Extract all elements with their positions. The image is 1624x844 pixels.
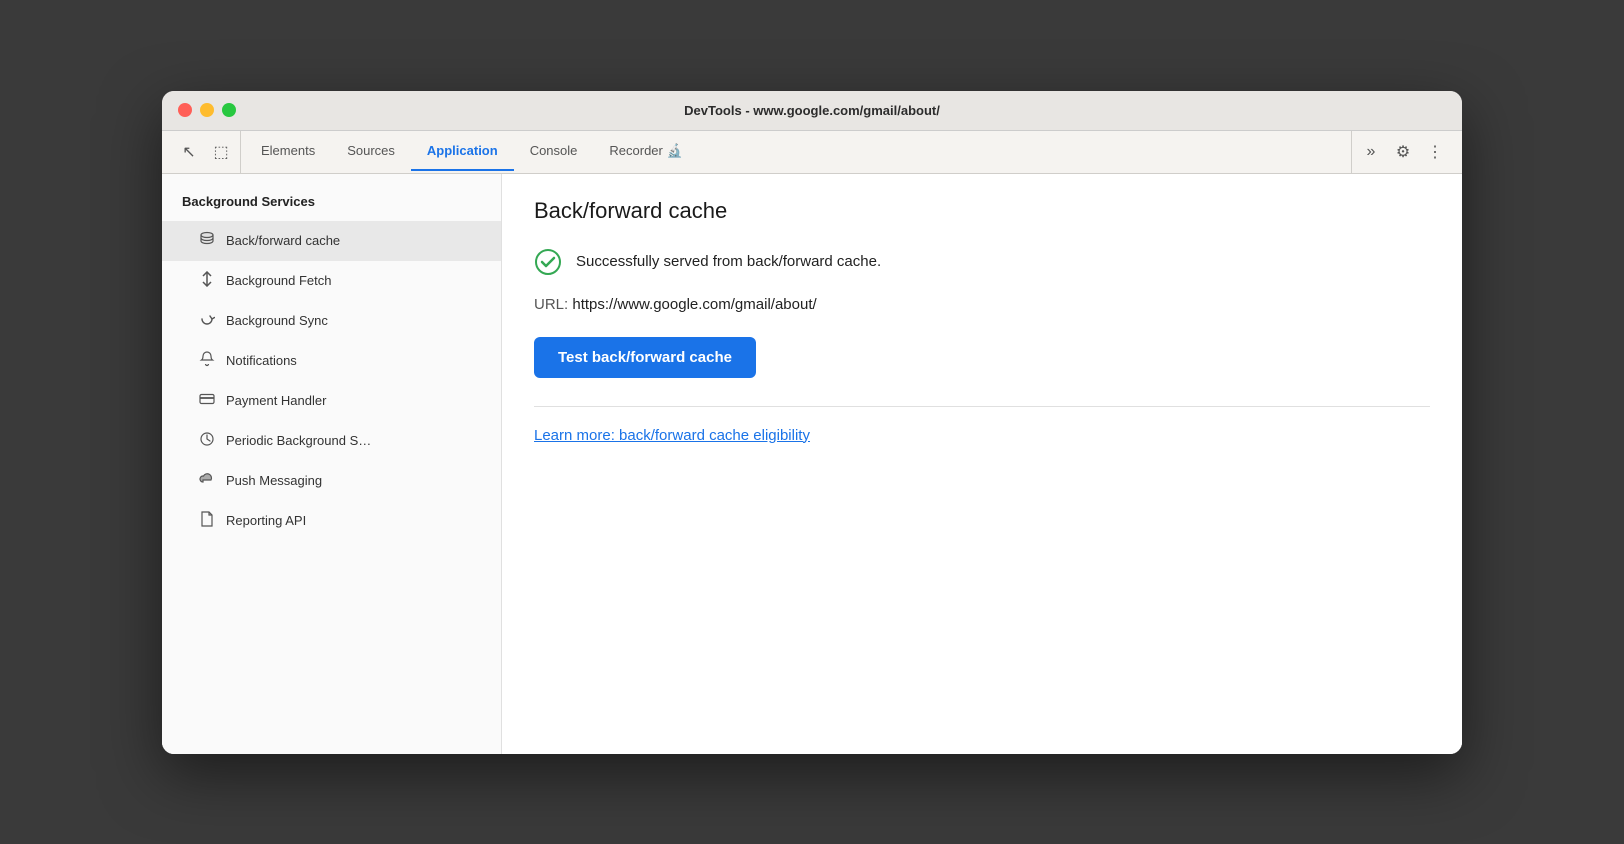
maximize-button[interactable]	[222, 103, 236, 117]
settings-icon: ⚙	[1396, 142, 1410, 162]
bell-icon	[198, 351, 216, 371]
sidebar-item-label-periodic-background-sync: Periodic Background S…	[226, 433, 371, 448]
panel: Back/forward cache Successfully served f…	[502, 174, 1462, 754]
toolbar: ↖ ⬚ Elements Sources Application Console…	[162, 131, 1462, 174]
sidebar-item-notifications[interactable]: Notifications	[162, 341, 501, 381]
sidebar-item-reporting-api[interactable]: Reporting API	[162, 501, 501, 541]
test-back-forward-cache-button[interactable]: Test back/forward cache	[534, 337, 756, 378]
minimize-button[interactable]	[200, 103, 214, 117]
sidebar-item-label-payment-handler: Payment Handler	[226, 393, 326, 408]
sidebar-item-background-fetch[interactable]: Background Fetch	[162, 261, 501, 301]
toolbar-left-icons: ↖ ⬚	[170, 131, 241, 173]
sidebar-item-label-background-fetch: Background Fetch	[226, 273, 332, 288]
tab-sources[interactable]: Sources	[331, 133, 411, 171]
main-content: Background Services Back/forward cache	[162, 174, 1462, 754]
url-row: URL: https://www.google.com/gmail/about/	[534, 296, 1430, 313]
tab-application[interactable]: Application	[411, 133, 514, 171]
tab-recorder[interactable]: Recorder 🔬	[593, 133, 698, 171]
database-icon	[198, 231, 216, 251]
clock-icon	[198, 431, 216, 451]
sidebar-item-label-background-sync: Background Sync	[226, 313, 328, 328]
traffic-lights	[178, 103, 236, 117]
url-value: https://www.google.com/gmail/about/	[572, 296, 816, 313]
doc-icon	[198, 511, 216, 531]
sidebar-item-background-sync[interactable]: Background Sync	[162, 301, 501, 341]
devtools-window: DevTools - www.google.com/gmail/about/ ↖…	[162, 91, 1462, 754]
sidebar-section-title: Background Services	[162, 190, 501, 221]
settings-button[interactable]: ⚙	[1388, 137, 1418, 167]
cursor-icon: ↖	[182, 142, 195, 162]
section-divider	[534, 406, 1430, 407]
sync-icon	[198, 311, 216, 331]
success-row: Successfully served from back/forward ca…	[534, 248, 1430, 276]
sidebar-item-label-back-forward-cache: Back/forward cache	[226, 233, 340, 248]
cloud-icon	[198, 471, 216, 491]
layers-icon: ⬚	[213, 142, 228, 162]
sidebar-item-label-reporting-api: Reporting API	[226, 513, 306, 528]
sidebar-item-periodic-background-sync[interactable]: Periodic Background S…	[162, 421, 501, 461]
fetch-icon	[198, 271, 216, 291]
url-label: URL:	[534, 296, 568, 313]
sidebar-item-back-forward-cache[interactable]: Back/forward cache	[162, 221, 501, 261]
tab-elements[interactable]: Elements	[245, 133, 331, 171]
window-title: DevTools - www.google.com/gmail/about/	[684, 103, 940, 118]
more-tabs-icon: »	[1367, 143, 1376, 161]
payment-icon	[198, 391, 216, 411]
success-message: Successfully served from back/forward ca…	[576, 253, 881, 270]
panel-title: Back/forward cache	[534, 198, 1430, 224]
sidebar-item-push-messaging[interactable]: Push Messaging	[162, 461, 501, 501]
tabs-bar: Elements Sources Application Console Rec…	[245, 133, 1347, 170]
learn-more-link[interactable]: Learn more: back/forward cache eligibili…	[534, 427, 810, 444]
toolbar-right-icons: » ⚙ ⋮	[1351, 131, 1454, 173]
sidebar-item-label-notifications: Notifications	[226, 353, 297, 368]
kebab-menu-button[interactable]: ⋮	[1420, 137, 1450, 167]
success-check-icon	[534, 248, 562, 276]
kebab-icon: ⋮	[1427, 142, 1443, 162]
sidebar-item-label-push-messaging: Push Messaging	[226, 473, 322, 488]
more-tabs-button[interactable]: »	[1356, 137, 1386, 167]
cursor-icon-button[interactable]: ↖	[174, 137, 204, 167]
close-button[interactable]	[178, 103, 192, 117]
sidebar: Background Services Back/forward cache	[162, 174, 502, 754]
titlebar: DevTools - www.google.com/gmail/about/	[162, 91, 1462, 131]
sidebar-item-payment-handler[interactable]: Payment Handler	[162, 381, 501, 421]
layers-icon-button[interactable]: ⬚	[206, 137, 236, 167]
tab-console[interactable]: Console	[514, 133, 594, 171]
